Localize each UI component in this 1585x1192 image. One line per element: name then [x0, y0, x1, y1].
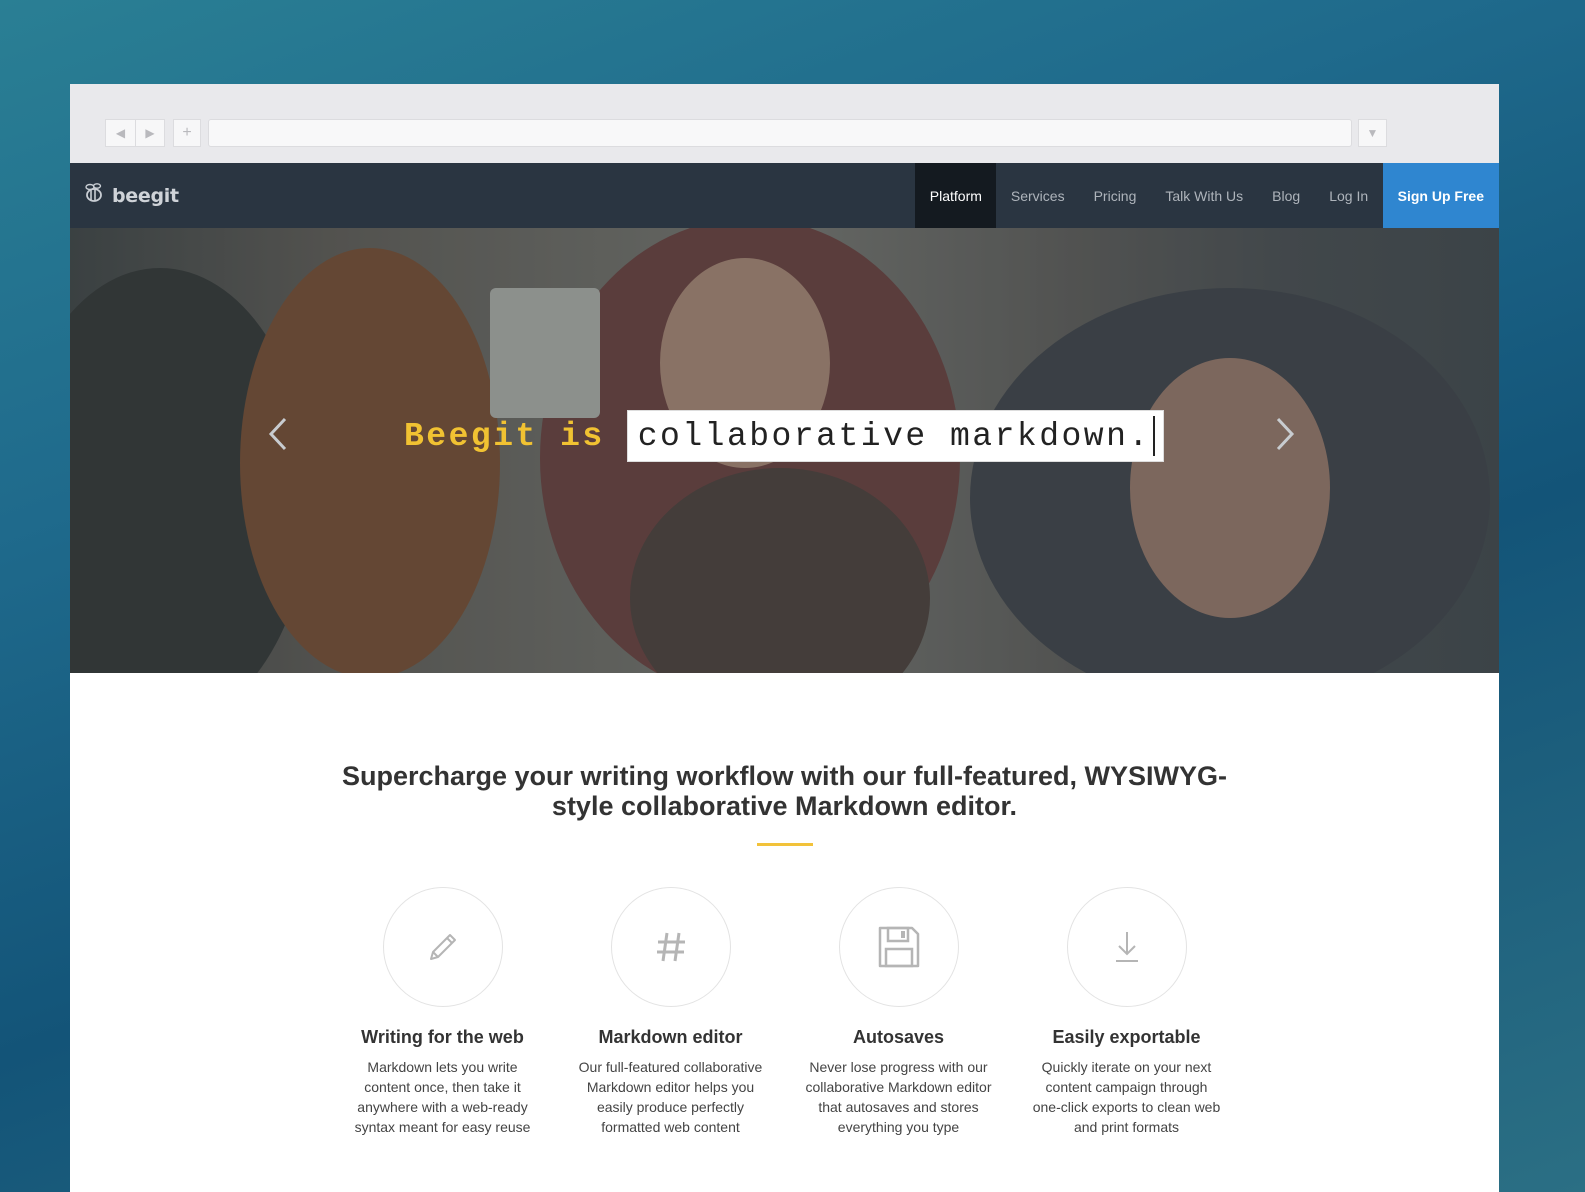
nav-item-pricing[interactable]: Pricing: [1079, 163, 1151, 228]
chevron-right-icon: [1276, 417, 1295, 451]
pencil-icon: [429, 934, 456, 960]
download-icon: [1115, 932, 1138, 962]
browser-window: ◀ ▶ + ▼ beegit Platform Services Pricing…: [70, 84, 1499, 1192]
new-tab-button[interactable]: +: [173, 119, 201, 147]
feature-description: Quickly iterate on your next content cam…: [1032, 1059, 1221, 1135]
back-button[interactable]: ◀: [105, 119, 135, 147]
hero-typed-box: collaborative markdown.: [626, 410, 1164, 462]
site-logo[interactable]: beegit: [82, 181, 179, 210]
feature-title: Markdown editor: [598, 1027, 743, 1047]
feature-description: Our full-featured collaborative Markdown…: [578, 1059, 763, 1135]
forward-button[interactable]: ▶: [135, 119, 165, 147]
feature-title: Easily exportable: [1052, 1027, 1201, 1047]
feature-item: Easily exportable Quickly iterate on you…: [1013, 887, 1241, 1137]
accent-divider: [756, 843, 813, 846]
site-navbar: beegit Platform Services Pricing Talk Wi…: [70, 163, 1499, 228]
feature-icon-circle: [610, 887, 731, 1007]
feature-item: Writing for the web Markdown lets you wr…: [329, 887, 557, 1137]
feature-item: Markdown editor Our full-featured collab…: [557, 887, 785, 1137]
hash-icon: [656, 932, 685, 962]
text-caret: [1152, 416, 1155, 456]
floppy-disk-icon: [878, 926, 919, 968]
feature-description: Markdown lets you write content once, th…: [354, 1059, 531, 1135]
feature-title: Writing for the web: [361, 1027, 524, 1047]
browser-menu-button[interactable]: ▼: [1358, 119, 1387, 147]
nav-item-log-in[interactable]: Log In: [1315, 163, 1383, 228]
hero-tagline: Beegit is collaborative markdown.: [404, 410, 1164, 462]
feature-title: Autosaves: [852, 1027, 945, 1047]
chevron-left-icon: [268, 417, 287, 451]
sign-up-button[interactable]: Sign Up Free: [1382, 163, 1499, 228]
url-bar[interactable]: [208, 119, 1352, 147]
feature-icon-circle: [382, 887, 503, 1007]
nav-menu: Platform Services Pricing Talk With Us B…: [915, 163, 1499, 228]
forward-triangle-icon: ▶: [145, 126, 155, 140]
carousel-prev-button[interactable]: [263, 414, 293, 454]
feature-item: Autosaves Never lose progress with our c…: [785, 887, 1013, 1137]
nav-item-platform[interactable]: Platform: [915, 163, 997, 228]
features-section: Supercharge your writing workflow with o…: [70, 673, 1499, 1137]
back-triangle-icon: ◀: [115, 126, 126, 140]
feature-description: Never lose progress with our collaborati…: [805, 1059, 992, 1135]
dropdown-triangle-icon: ▼: [1366, 126, 1379, 140]
hero-typed-text: collaborative markdown.: [637, 417, 1151, 455]
hero-prefix: Beegit is: [404, 417, 605, 455]
feature-icon-circle: [838, 887, 959, 1007]
carousel-next-button[interactable]: [1270, 414, 1300, 454]
logo-text: beegit: [112, 184, 179, 207]
feature-list: Writing for the web Markdown lets you wr…: [70, 887, 1499, 1137]
nav-item-services[interactable]: Services: [996, 163, 1079, 228]
feature-icon-circle: [1066, 887, 1187, 1007]
section-headline: Supercharge your writing workflow with o…: [341, 761, 1228, 821]
nav-item-blog[interactable]: Blog: [1258, 163, 1315, 228]
hero-carousel: Beegit is collaborative markdown.: [70, 228, 1499, 673]
nav-item-talk-with-us[interactable]: Talk With Us: [1151, 163, 1258, 228]
bee-icon: [82, 181, 106, 210]
browser-toolbar: ◀ ▶ + ▼: [70, 84, 1499, 163]
